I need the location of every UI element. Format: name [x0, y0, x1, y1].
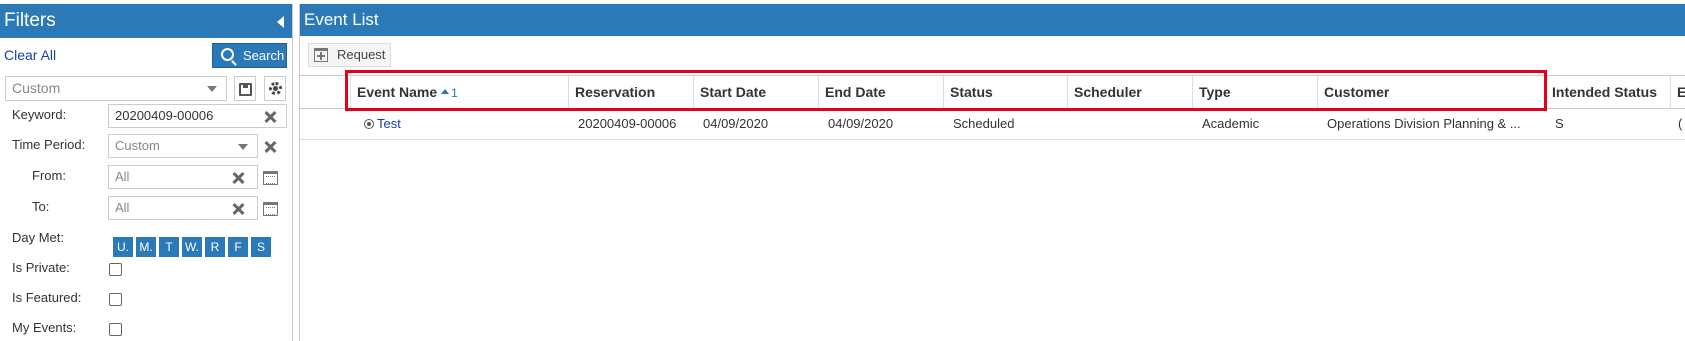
search-button-label: Search [243, 48, 285, 63]
calendar-icon[interactable] [263, 202, 278, 216]
cell-customer: Operations Division Planning & ... [1327, 116, 1521, 131]
cell-type: Academic [1202, 116, 1260, 131]
column-header-scheduler[interactable]: Scheduler [1067, 76, 1192, 108]
my-events-label: My Events: [12, 320, 77, 335]
collapse-left-icon[interactable] [277, 16, 284, 28]
cell-event-name: Test [350, 109, 568, 139]
status-circle-icon[interactable] [364, 118, 374, 129]
time-period-value: Custom [115, 138, 160, 153]
cell-status: Scheduled [953, 116, 1015, 131]
chevron-down-icon [238, 144, 248, 150]
clear-from-date-icon[interactable] [232, 172, 244, 184]
column-header-event-name[interactable]: Event Name 1 [350, 76, 568, 108]
calendar-icon[interactable] [263, 171, 278, 185]
event-list-header: Event List [300, 4, 1685, 36]
keyword-input[interactable]: 20200409-00006 [108, 104, 287, 128]
clear-to-date-icon[interactable] [232, 203, 244, 215]
is-private-checkbox[interactable] [109, 263, 122, 276]
column-header-start-date[interactable]: Start Date [693, 76, 818, 108]
cell-overflow: ( [1678, 116, 1683, 131]
sort-order: 1 [451, 86, 458, 100]
cell-end-date: 04/09/2020 [828, 116, 894, 131]
search-button[interactable]: Search [212, 43, 287, 68]
search-settings-button[interactable] [264, 76, 286, 101]
column-header-type[interactable]: Type [1192, 76, 1317, 108]
is-featured-checkbox[interactable] [109, 293, 122, 306]
from-label: From: [32, 168, 66, 183]
to-date-value: All [115, 200, 130, 215]
save-icon [239, 83, 252, 96]
sort-indicator: 1 [441, 86, 458, 100]
filters-header: Filters [0, 4, 292, 38]
day-toggle-friday[interactable]: F [228, 237, 248, 257]
column-header-label: Event Name [357, 84, 438, 100]
day-toggle-sunday[interactable]: U. [113, 237, 133, 257]
clear-all-link[interactable]: Clear All [4, 47, 56, 63]
saved-search-value: Custom [12, 80, 61, 96]
keyword-value: 20200409-00006 [115, 108, 214, 123]
event-name-link[interactable]: Test [377, 116, 401, 131]
my-events-checkbox[interactable] [109, 323, 122, 336]
grid-header-row: Event Name 1 Reservation Start Date End D… [300, 75, 1685, 109]
from-date-value: All [115, 169, 130, 184]
time-period-label: Time Period: [12, 137, 86, 152]
sort-asc-icon [441, 89, 450, 95]
clear-time-period-icon[interactable] [264, 141, 276, 153]
is-featured-label: Is Featured: [12, 290, 82, 305]
day-toggle-tuesday[interactable]: T [159, 237, 179, 257]
event-list-panel: Event List Request Event Name 1 Reservati… [299, 4, 1685, 341]
cell-scheduler [1067, 109, 1192, 139]
day-met-label: Day Met: [12, 230, 65, 245]
filters-title: Filters [4, 10, 56, 31]
column-header-intended-status[interactable]: Intended Status [1545, 76, 1670, 108]
search-icon [221, 48, 234, 61]
day-toggle-wednesday[interactable]: W. [182, 237, 202, 257]
day-toggle-thursday[interactable]: R [205, 237, 225, 257]
chevron-down-icon [207, 86, 217, 92]
cell-intended-status: S [1555, 116, 1564, 131]
column-header-overflow[interactable]: E [1670, 76, 1685, 108]
column-header-end-date[interactable]: End Date [818, 76, 943, 108]
request-button-label: Request [337, 47, 386, 62]
column-header-status[interactable]: Status [943, 76, 1067, 108]
clear-keyword-icon[interactable] [264, 111, 276, 123]
time-period-select[interactable]: Custom [108, 134, 258, 158]
table-row[interactable]: Test 20200409-00006 04/09/2020 04/09/202… [300, 109, 1685, 140]
is-private-label: Is Private: [12, 260, 70, 275]
filters-panel: Filters Clear All Search Custom Keyword:… [0, 4, 293, 341]
cell-reservation: 20200409-00006 [578, 116, 677, 131]
gear-icon [269, 82, 282, 95]
day-toggle-monday[interactable]: M. [136, 237, 156, 257]
save-search-button[interactable] [234, 76, 256, 101]
request-button[interactable]: Request [308, 43, 391, 67]
keyword-label: Keyword: [12, 107, 67, 122]
to-label: To: [32, 199, 50, 214]
calendar-add-icon [314, 48, 328, 62]
day-toggle-saturday[interactable]: S [251, 237, 271, 257]
saved-search-select[interactable]: Custom [5, 76, 227, 101]
event-list-title: Event List [304, 10, 379, 29]
column-header-customer[interactable]: Customer [1317, 76, 1545, 108]
grid-header-spacer [300, 76, 350, 108]
column-header-reservation[interactable]: Reservation [568, 76, 693, 108]
cell-start-date: 04/09/2020 [703, 116, 769, 131]
